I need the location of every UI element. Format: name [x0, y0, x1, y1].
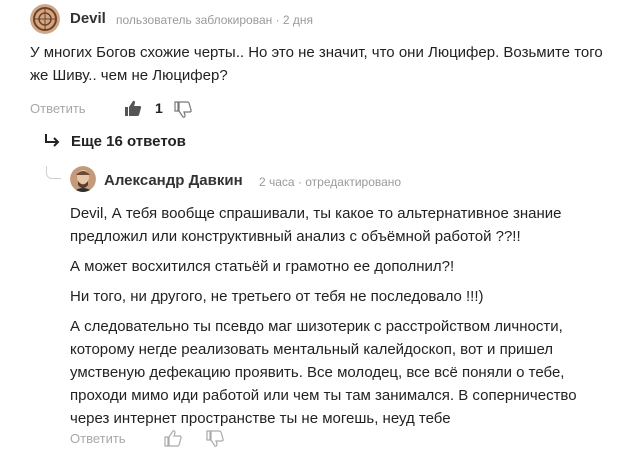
thumbs-down-icon[interactable]	[174, 101, 192, 119]
thumbs-down-icon[interactable]	[206, 430, 224, 448]
avatar[interactable]	[70, 166, 96, 192]
thumbs-up-icon[interactable]	[164, 429, 182, 447]
more-replies-button[interactable]: Еще 16 ответов	[30, 130, 230, 152]
comment-devil: Devil пользователь заблокирован · 2 дня …	[0, 0, 626, 125]
comment-text: У многих Богов схожие черты.. Но это не …	[30, 44, 603, 84]
thumbs-up-icon[interactable]	[124, 99, 142, 117]
more-replies-label: Еще 16 ответов	[71, 133, 186, 150]
comment-meta: 2 часа · отредактировано	[259, 175, 402, 189]
comment-paragraph: Devil, А тебя вообще спрашивали, ты како…	[70, 205, 562, 245]
comment-davkin: Александр Давкин 2 часа · отредактирован…	[0, 160, 626, 447]
thread-connector	[46, 166, 61, 179]
reply-button[interactable]: Ответить	[70, 431, 126, 446]
comment-paragraph: А может восхитился статьёй и грамотно ее…	[70, 258, 455, 275]
author-name[interactable]: Александр Давкин	[104, 172, 243, 189]
like-count: 1	[155, 100, 163, 116]
reply-arrow-icon	[44, 133, 60, 149]
comment-meta: пользователь заблокирован · 2 дня	[116, 13, 314, 27]
comment-text: Devil, А тебя вообще спрашивали, ты како…	[70, 202, 615, 437]
comment-paragraph: А следовательно ты псевдо маг шизотерик …	[70, 318, 577, 427]
avatar[interactable]	[30, 4, 60, 34]
comment-paragraph: Ни того, ни другого, не третьего от тебя…	[70, 288, 484, 305]
reply-button[interactable]: Ответить	[30, 101, 86, 116]
author-name[interactable]: Devil	[70, 10, 106, 27]
